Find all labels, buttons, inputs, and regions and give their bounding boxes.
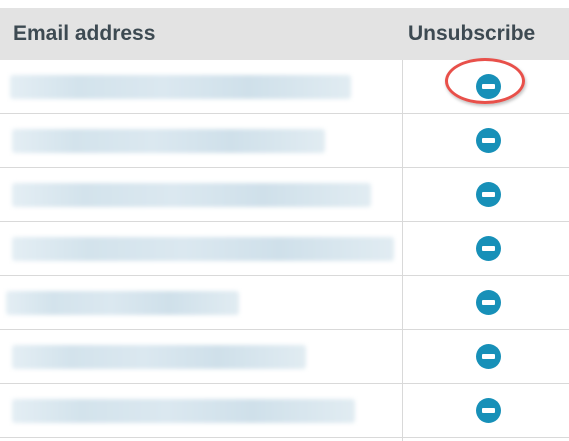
email-cell bbox=[0, 276, 402, 329]
email-cell bbox=[0, 60, 402, 113]
table-row bbox=[0, 384, 569, 438]
email-cell bbox=[0, 168, 402, 221]
unsubscribe-cell bbox=[402, 114, 569, 167]
minus-circle-icon[interactable] bbox=[476, 74, 501, 99]
unsubscribe-cell bbox=[402, 384, 569, 437]
minus-circle-icon[interactable] bbox=[476, 128, 501, 153]
email-cell bbox=[0, 222, 402, 275]
redacted-email bbox=[12, 345, 306, 369]
unsubscribe-cell bbox=[402, 168, 569, 221]
redacted-email bbox=[12, 183, 371, 207]
minus-circle-icon[interactable] bbox=[476, 290, 501, 315]
table-row bbox=[0, 276, 569, 330]
table-header: Email address Unsubscribe bbox=[0, 8, 569, 60]
table-row bbox=[0, 114, 569, 168]
redacted-email bbox=[12, 237, 394, 261]
unsubscribe-cell bbox=[402, 276, 569, 329]
email-column-header: Email address bbox=[13, 22, 156, 45]
redacted-email bbox=[6, 291, 239, 315]
table-row bbox=[0, 330, 569, 384]
table-row bbox=[0, 222, 569, 276]
unsubscribe-cell bbox=[402, 60, 569, 113]
table-row bbox=[0, 168, 569, 222]
unsubscribe-cell bbox=[402, 330, 569, 383]
minus-circle-icon[interactable] bbox=[476, 344, 501, 369]
table-row bbox=[0, 60, 569, 114]
minus-circle-icon[interactable] bbox=[476, 236, 501, 261]
redacted-email bbox=[10, 75, 351, 99]
redacted-email bbox=[12, 129, 325, 153]
email-cell bbox=[0, 330, 402, 383]
unsubscribe-column-header: Unsubscribe bbox=[408, 22, 536, 45]
minus-circle-icon[interactable] bbox=[476, 182, 501, 207]
redacted-email bbox=[12, 399, 355, 423]
subscriptions-table: Email address Unsubscribe bbox=[0, 0, 569, 441]
unsubscribe-cell bbox=[402, 222, 569, 275]
minus-circle-icon[interactable] bbox=[476, 398, 501, 423]
email-cell bbox=[0, 114, 402, 167]
email-cell bbox=[0, 384, 402, 437]
